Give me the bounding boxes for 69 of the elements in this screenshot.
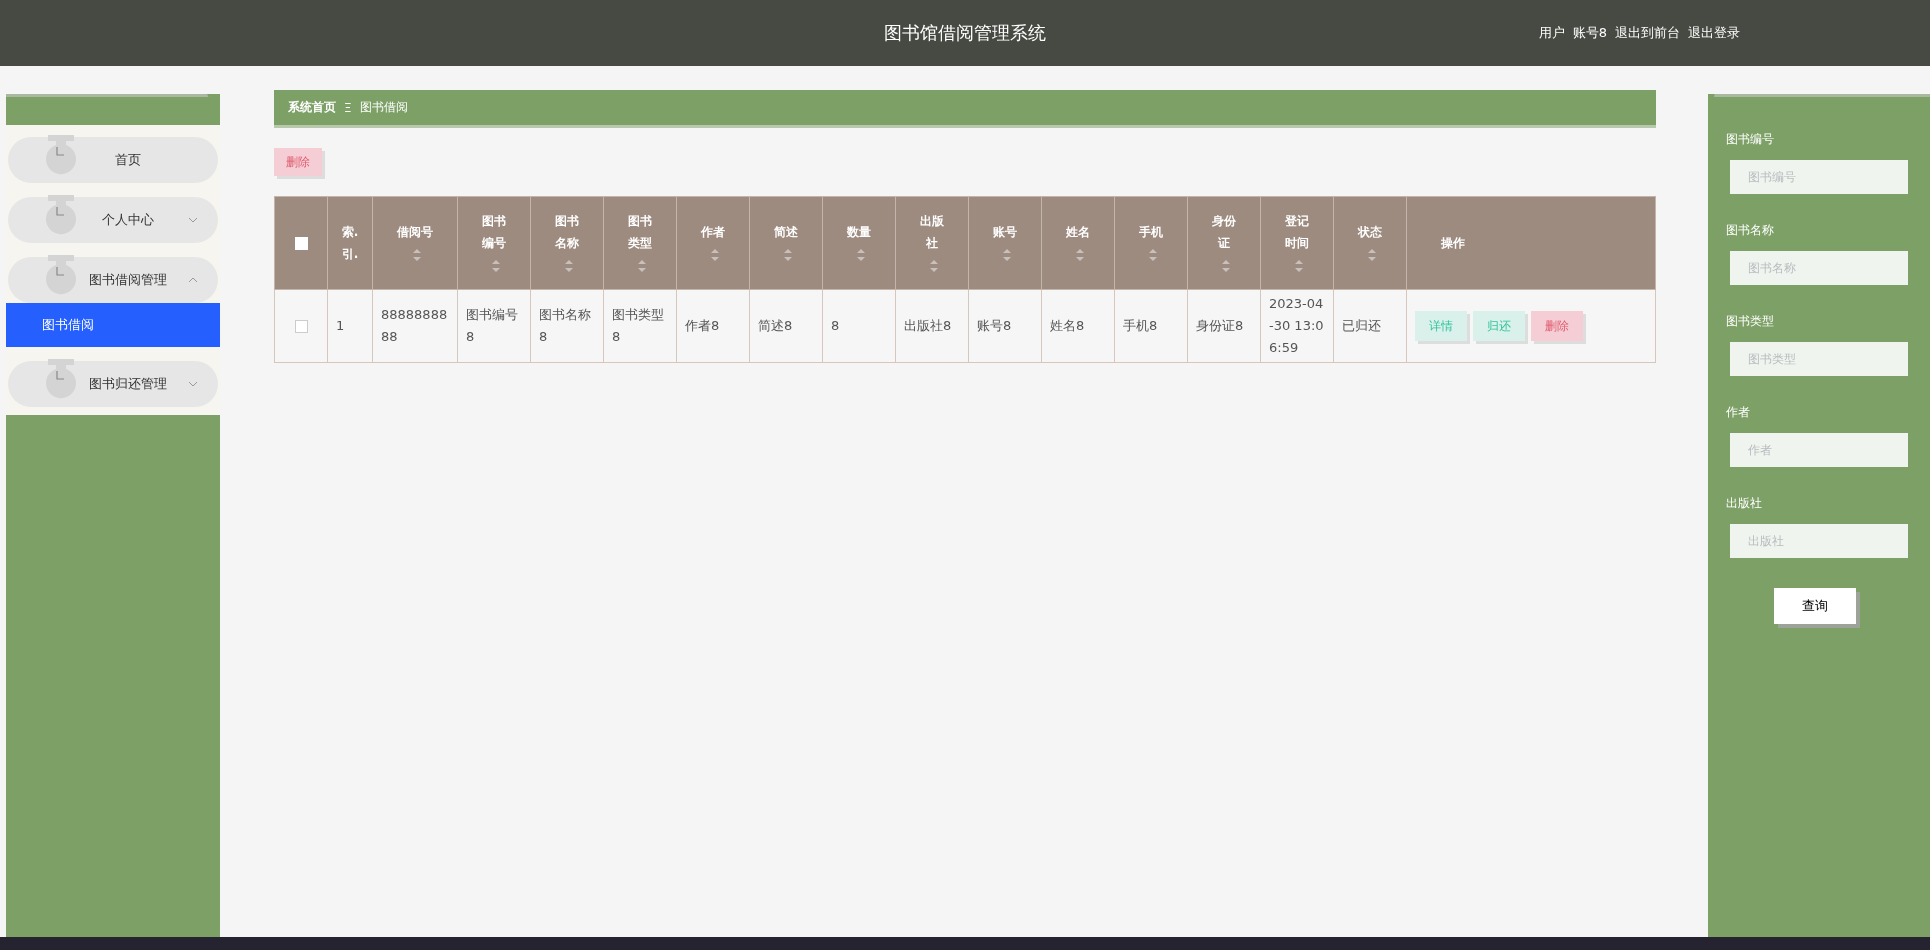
field-label: 图书编号 [1726,131,1775,148]
column-header[interactable]: 数量 [847,221,871,243]
column-header: 索.引. [340,224,360,263]
field-label: 出版社 [1726,495,1763,512]
table-cell: 作者8 [676,289,750,363]
sort-icon[interactable] [710,248,719,261]
row-checkbox[interactable] [294,320,308,333]
sort-icon[interactable] [564,259,573,272]
header-link[interactable]: 退出到前台 [1615,24,1680,42]
table-cell: 1 [327,289,373,363]
menu-item[interactable]: 个人中心 [8,197,218,243]
column-header[interactable]: 登记时间 [1284,210,1310,254]
field-label: 作者 [1726,404,1751,421]
sort-icon[interactable] [1294,259,1303,272]
table-cell: 8888888888 [372,289,458,363]
column-header[interactable]: 账号 [993,221,1017,243]
breadcrumb-link[interactable]: 图书借阅 [359,99,408,116]
column-header[interactable]: 简述 [774,221,798,243]
table-cell: 账号8 [968,289,1042,363]
field-label: 图书类型 [1726,313,1775,330]
menu-item[interactable]: 图书归还管理 [8,361,218,407]
field-label: 图书名称 [1726,222,1775,239]
sort-icon[interactable] [1075,248,1084,261]
detail-button[interactable]: 详情 [1415,311,1467,341]
sort-icon[interactable] [1002,248,1011,261]
column-header: 操作 [1441,235,1465,252]
column-header[interactable]: 借阅号 [397,221,433,243]
table-cell: 2023-04-30 13:06:59 [1260,289,1334,363]
sort-icon[interactable] [1221,259,1230,272]
user-label: 用户 [1538,24,1565,42]
return-button[interactable]: 归还 [1473,311,1525,341]
app-title: 图书馆借阅管理系统 [884,21,1046,45]
column-header[interactable]: 作者 [701,221,725,243]
column-header[interactable]: 姓名 [1066,221,1090,243]
menu-item[interactable]: 图书借阅管理 [8,257,218,303]
column-header[interactable]: 图书编号 [481,210,507,254]
select-all-checkbox[interactable] [294,237,308,250]
table-cell: 已归还 [1333,289,1407,363]
sort-icon[interactable] [929,259,938,272]
table-cell: 出版社8 [895,289,969,363]
table-cell: 手机8 [1114,289,1188,363]
sort-icon[interactable] [491,259,500,272]
column-header[interactable]: 状态 [1358,221,1382,243]
sort-icon[interactable] [1148,248,1157,261]
breadcrumb-separator: Ξ [344,100,352,115]
table-cell: 姓名8 [1041,289,1115,363]
table-cell: 图书名称8 [530,289,604,363]
user-name: 账号8 [1572,24,1607,42]
table-cell: 身份证8 [1187,289,1261,363]
sort-icon[interactable] [783,248,792,261]
sort-icon[interactable] [1367,248,1376,261]
sort-icon[interactable] [637,259,646,272]
submenu-item[interactable]: 图书借阅 [6,303,220,347]
column-header[interactable]: 身份证 [1211,210,1237,254]
table-cell: 简述8 [749,289,823,363]
table-cell: 图书编号8 [457,289,531,363]
column-header[interactable]: 图书类型 [627,210,653,254]
table-cell: 8 [822,289,896,363]
sort-icon[interactable] [856,248,865,261]
header-link[interactable]: 退出登录 [1688,24,1740,42]
column-header[interactable]: 出版社 [919,210,945,254]
breadcrumb-link[interactable]: 系统首页 [288,99,336,116]
menu-item[interactable]: 首页 [8,137,218,183]
sort-icon[interactable] [412,248,421,261]
column-header[interactable]: 手机 [1139,221,1163,243]
table-cell: 图书类型8 [603,289,677,363]
delete-button[interactable]: 删除 [274,148,322,176]
delete-button[interactable]: 删除 [1531,311,1583,341]
column-header[interactable]: 图书名称 [554,210,580,254]
